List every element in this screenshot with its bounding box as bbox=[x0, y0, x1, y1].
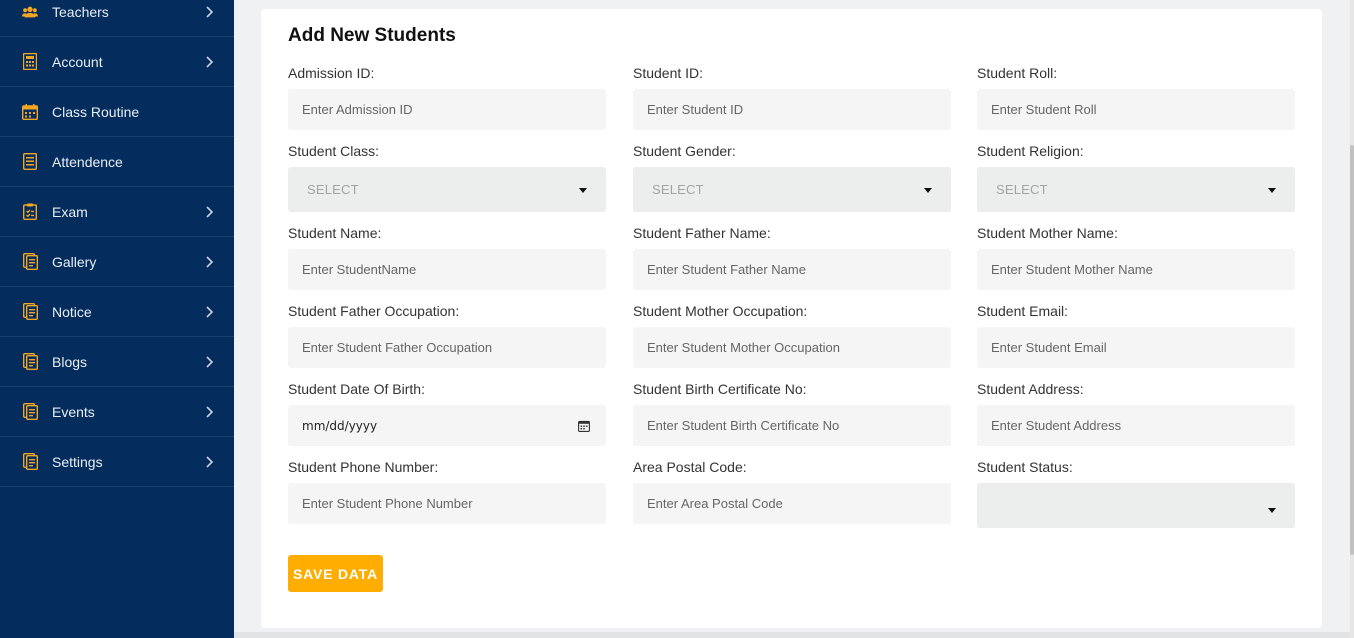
father-occupation-input[interactable]: Enter Student Father Occupation bbox=[288, 327, 606, 368]
student-religion-select[interactable]: SELECT bbox=[977, 167, 1295, 212]
form-title: Add New Students bbox=[288, 25, 456, 46]
student-class-select[interactable]: SELECT bbox=[288, 167, 606, 212]
sidebar-item-class-routine[interactable]: Class Routine bbox=[0, 87, 234, 137]
chevron-right-icon bbox=[206, 5, 214, 18]
mother-occupation-input[interactable]: Enter Student Mother Occupation bbox=[633, 327, 951, 368]
student-gender-label: Student Gender: bbox=[633, 143, 736, 159]
chevron-right-icon bbox=[206, 455, 214, 468]
users-icon bbox=[22, 3, 38, 21]
admission-id-label: Admission ID: bbox=[288, 65, 375, 81]
sidebar-item-label: Exam bbox=[52, 203, 88, 220]
sidebar-item-label: Settings bbox=[52, 453, 103, 470]
sidebar-item-label: Events bbox=[52, 403, 95, 420]
student-roll-label: Student Roll: bbox=[977, 65, 1058, 81]
sidebar-item-attendence[interactable]: Attendence bbox=[0, 137, 234, 187]
student-name-label: Student Name: bbox=[288, 225, 382, 241]
sidebar-item-gallery[interactable]: Gallery bbox=[0, 237, 234, 287]
chevron-right-icon bbox=[206, 205, 214, 218]
student-father-name-input[interactable]: Enter Student Father Name bbox=[633, 249, 951, 290]
select-value: SELECT bbox=[652, 182, 704, 197]
list-icon bbox=[22, 153, 38, 171]
sidebar-item-events[interactable]: Events bbox=[0, 387, 234, 437]
caret-down-icon bbox=[1268, 187, 1276, 193]
phone-number-input[interactable]: Enter Student Phone Number bbox=[288, 483, 606, 524]
student-id-label: Student ID: bbox=[633, 65, 704, 81]
sidebar-item-settings[interactable]: Settings bbox=[0, 437, 234, 487]
chevron-right-icon bbox=[206, 405, 214, 418]
phone-number-label: Student Phone Number: bbox=[288, 459, 439, 475]
sidebar-item-label: Class Routine bbox=[52, 103, 140, 120]
scrollbar-thumb[interactable] bbox=[1350, 145, 1354, 555]
sidebar-item-label: Blogs bbox=[52, 353, 88, 370]
admission-id-input[interactable]: Enter Admission ID bbox=[288, 89, 606, 130]
sidebar: Teachers Account Class Routine Attendenc… bbox=[0, 0, 234, 638]
select-value: SELECT bbox=[996, 182, 1048, 197]
student-class-label: Student Class: bbox=[288, 143, 380, 159]
document-icon bbox=[22, 253, 38, 271]
student-mother-name-label: Student Mother Name: bbox=[977, 225, 1118, 241]
birth-certificate-input[interactable]: Enter Student Birth Certificate No bbox=[633, 405, 951, 446]
student-father-name-label: Student Father Name: bbox=[633, 225, 771, 241]
calendar-icon bbox=[22, 103, 38, 121]
document-icon bbox=[22, 353, 38, 371]
father-occupation-label: Student Father Occupation: bbox=[288, 303, 460, 319]
sidebar-item-blogs[interactable]: Blogs bbox=[0, 337, 234, 387]
save-data-button[interactable]: SAVE DATA bbox=[288, 555, 383, 592]
caret-down-icon bbox=[924, 187, 932, 193]
document-icon bbox=[22, 453, 38, 471]
student-mother-name-input[interactable]: Enter Student Mother Name bbox=[977, 249, 1295, 290]
select-value: SELECT bbox=[307, 182, 359, 197]
mother-occupation-label: Student Mother Occupation: bbox=[633, 303, 808, 319]
sidebar-item-label: Gallery bbox=[52, 253, 97, 270]
sidebar-item-teachers[interactable]: Teachers bbox=[0, 0, 234, 37]
student-name-input[interactable]: Enter StudentName bbox=[288, 249, 606, 290]
student-email-input[interactable]: Enter Student Email bbox=[977, 327, 1295, 368]
student-status-label: Student Status: bbox=[977, 459, 1073, 475]
birth-certificate-label: Student Birth Certificate No: bbox=[633, 381, 807, 397]
student-gender-select[interactable]: SELECT bbox=[633, 167, 951, 212]
document-icon bbox=[22, 303, 38, 321]
caret-down-icon bbox=[1268, 507, 1276, 513]
chevron-right-icon bbox=[206, 355, 214, 368]
sidebar-item-account[interactable]: Account bbox=[0, 37, 234, 87]
student-religion-label: Student Religion: bbox=[977, 143, 1084, 159]
calendar-icon[interactable] bbox=[578, 420, 590, 432]
document-icon bbox=[22, 403, 38, 421]
student-status-select[interactable] bbox=[977, 483, 1295, 528]
student-roll-input[interactable]: Enter Student Roll bbox=[977, 89, 1295, 130]
student-email-label: Student Email: bbox=[977, 303, 1069, 319]
sidebar-item-label: Attendence bbox=[52, 153, 123, 170]
student-id-input[interactable]: Enter Student ID bbox=[633, 89, 951, 130]
page-bottom-edge bbox=[234, 632, 1350, 638]
caret-down-icon bbox=[579, 187, 587, 193]
sidebar-item-notice[interactable]: Notice bbox=[0, 287, 234, 337]
date-of-birth-label: Student Date Of Birth: bbox=[288, 381, 425, 397]
chevron-right-icon bbox=[206, 55, 214, 68]
student-address-input[interactable]: Enter Student Address bbox=[977, 405, 1295, 446]
clipboard-icon bbox=[22, 203, 38, 221]
student-address-label: Student Address: bbox=[977, 381, 1084, 397]
sidebar-item-label: Notice bbox=[52, 303, 92, 320]
sidebar-item-exam[interactable]: Exam bbox=[0, 187, 234, 237]
date-value: mm/dd/yyyy bbox=[302, 418, 378, 433]
postal-code-input[interactable]: Enter Area Postal Code bbox=[633, 483, 951, 524]
postal-code-label: Area Postal Code: bbox=[633, 459, 747, 475]
chevron-right-icon bbox=[206, 255, 214, 268]
sidebar-item-label: Teachers bbox=[52, 3, 109, 20]
chevron-right-icon bbox=[206, 305, 214, 318]
sidebar-item-label: Account bbox=[52, 53, 103, 70]
calculator-icon bbox=[22, 53, 38, 71]
date-of-birth-input[interactable]: mm/dd/yyyy bbox=[288, 405, 606, 446]
